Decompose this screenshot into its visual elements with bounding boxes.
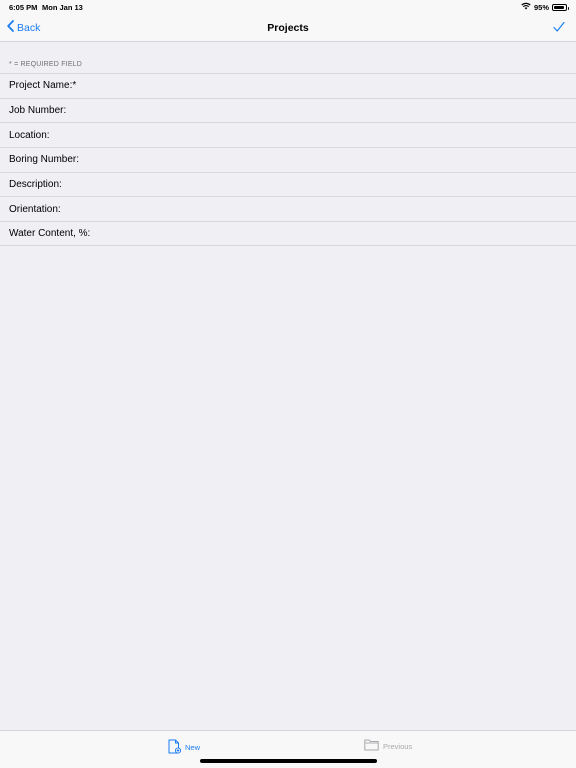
folder-icon xyxy=(364,739,379,753)
orientation-label: Orientation: xyxy=(9,203,61,215)
home-indicator[interactable] xyxy=(200,759,377,763)
orientation-row[interactable]: Orientation: xyxy=(0,196,576,222)
boring-number-row[interactable]: Boring Number: xyxy=(0,147,576,172)
water-content-label: Water Content, %: xyxy=(9,227,91,239)
description-row[interactable]: Description: xyxy=(0,171,576,197)
page-title: Projects xyxy=(267,22,309,34)
status-date: Mon Jan 13 xyxy=(42,3,83,12)
project-name-row[interactable]: Project Name:* xyxy=(0,73,576,98)
battery-icon xyxy=(552,3,569,11)
wifi-icon xyxy=(521,2,531,12)
new-project-button[interactable]: New xyxy=(168,739,200,756)
orientation-input[interactable] xyxy=(60,197,576,222)
project-form: Project Name:* Job Number: Location: Bor… xyxy=(0,73,576,246)
navigation-bar: Back Projects xyxy=(0,14,576,42)
status-bar: 6:05 PM Mon Jan 13 95% xyxy=(0,0,576,14)
battery-fill xyxy=(554,5,565,9)
location-row[interactable]: Location: xyxy=(0,122,576,148)
boring-number-input[interactable] xyxy=(79,148,576,172)
water-content-row[interactable]: Water Content, %: xyxy=(0,221,576,246)
new-document-icon xyxy=(168,739,182,756)
previous-projects-button[interactable]: Previous xyxy=(364,739,412,753)
description-input[interactable] xyxy=(61,172,576,197)
water-content-input[interactable] xyxy=(90,222,576,245)
boring-number-label: Boring Number: xyxy=(9,154,80,166)
status-right: 95% xyxy=(521,2,569,12)
status-time: 6:05 PM xyxy=(9,3,38,12)
job-number-input[interactable] xyxy=(66,98,576,123)
screen: 6:05 PM Mon Jan 13 95% Back Projects * =… xyxy=(0,0,576,768)
required-field-note: * = REQUIRED FIELD xyxy=(9,61,83,68)
battery-percent: 95% xyxy=(533,2,549,12)
project-name-label: Project Name:* xyxy=(9,80,77,92)
location-label: Location: xyxy=(9,129,50,141)
done-button[interactable] xyxy=(553,20,565,38)
previous-button-label: Previous xyxy=(383,741,413,751)
job-number-row[interactable]: Job Number: xyxy=(0,97,576,123)
location-input[interactable] xyxy=(49,123,576,148)
job-number-label: Job Number: xyxy=(9,105,67,117)
checkmark-icon xyxy=(553,20,565,37)
new-button-label: New xyxy=(185,743,201,752)
project-name-input[interactable] xyxy=(76,74,576,98)
description-label: Description: xyxy=(9,179,62,191)
